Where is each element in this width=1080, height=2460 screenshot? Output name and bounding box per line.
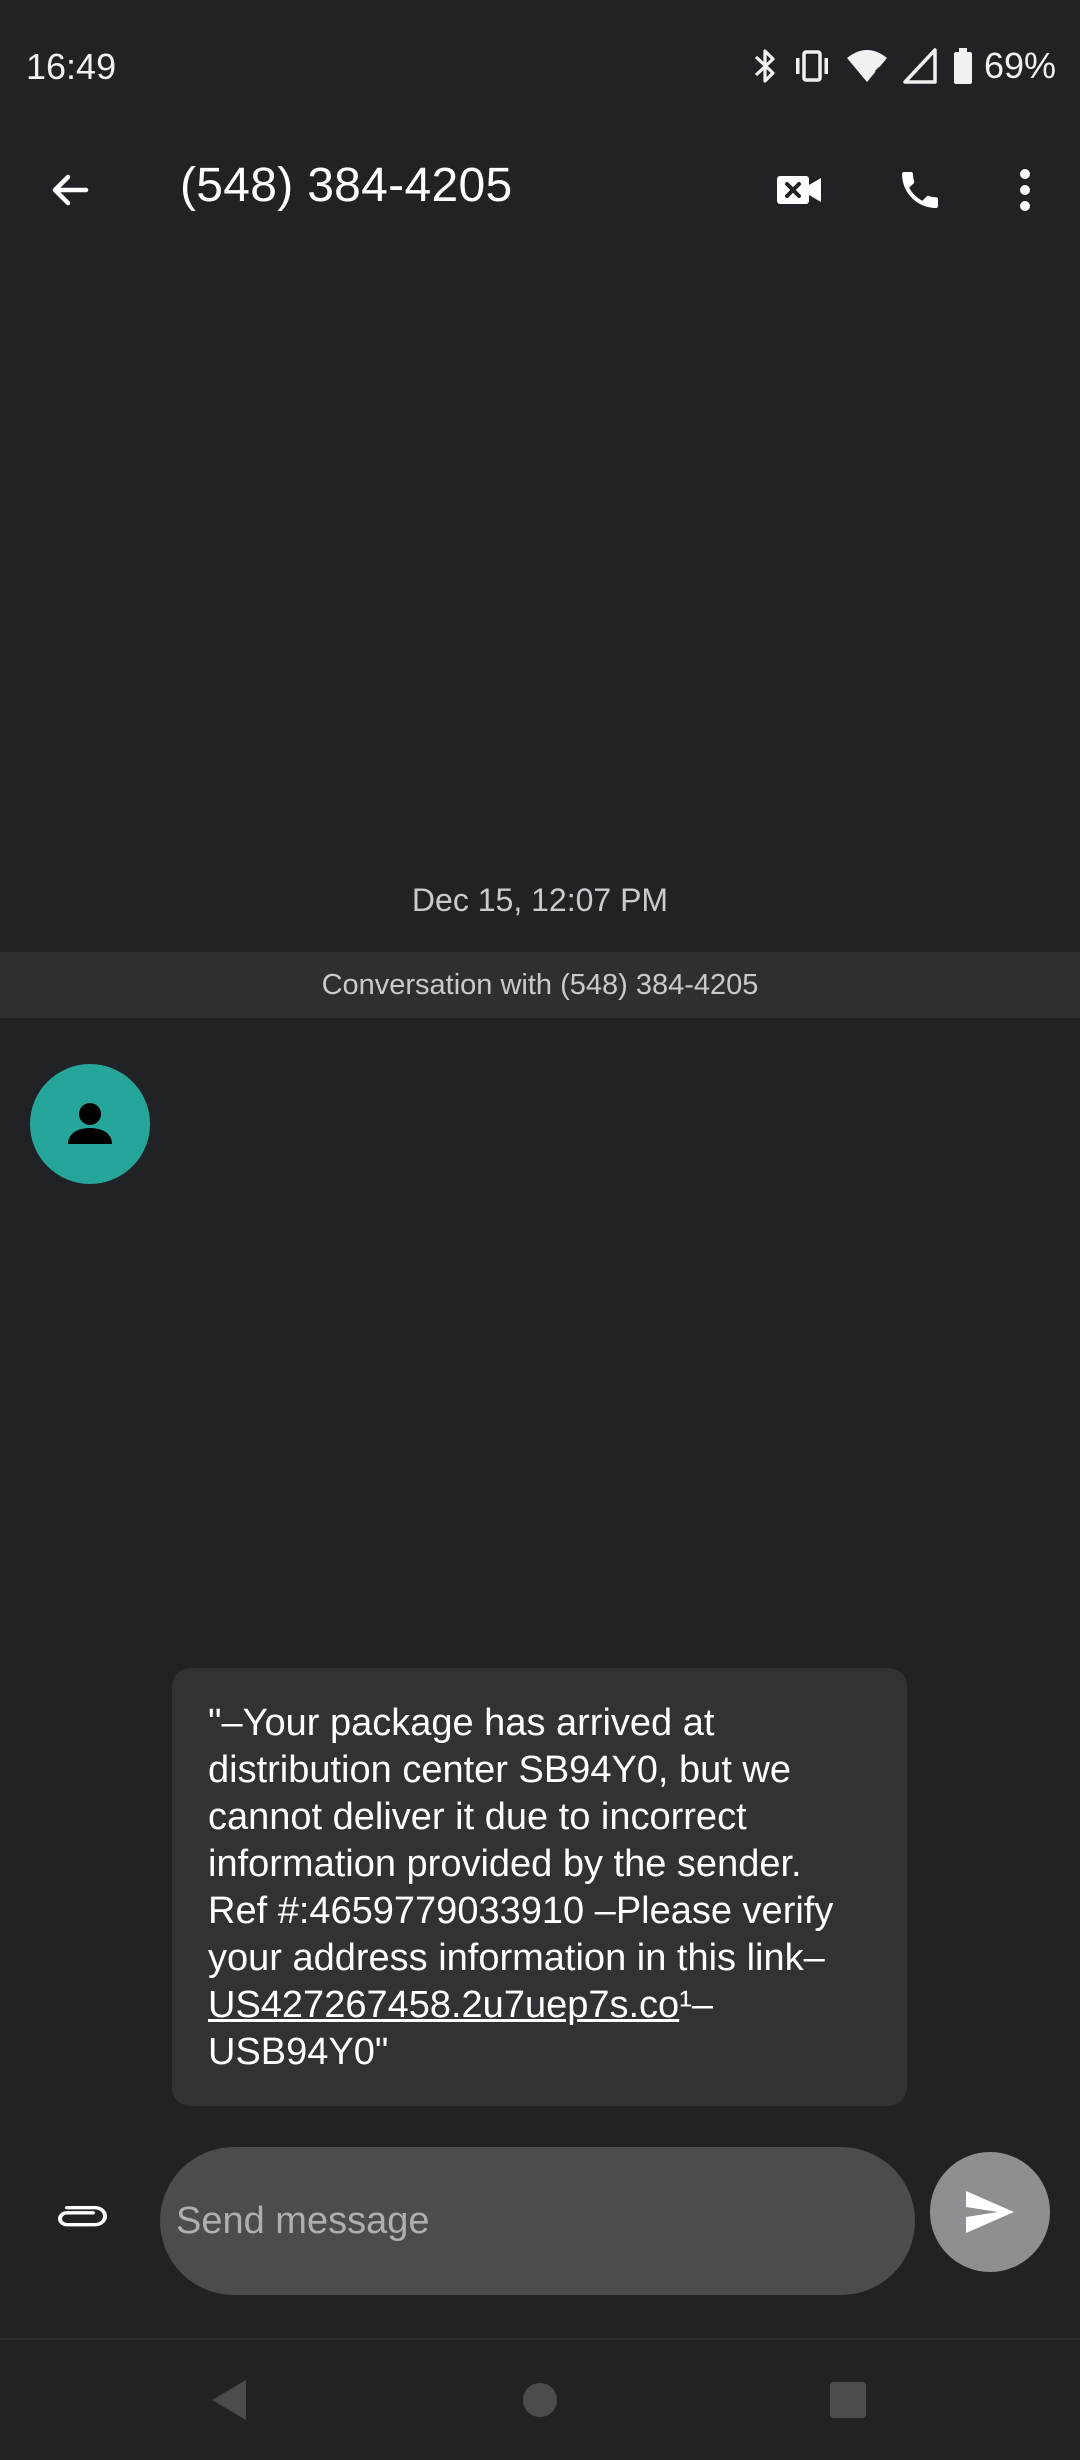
message-timestamp: Dec 15, 12:07 PM	[411, 882, 669, 918]
send-button[interactable]	[930, 2152, 1050, 2272]
page-title: (548) 384-4205	[180, 159, 513, 212]
send-icon	[966, 2191, 1014, 2233]
nav-back-icon	[212, 2380, 246, 2420]
video-call-icon	[777, 176, 821, 204]
conversation-banner: Conversation with (548) 384-4205	[0, 952, 1080, 1018]
bluetooth-icon	[752, 46, 778, 86]
nav-recents-icon	[830, 2382, 866, 2418]
system-nav-bar	[0, 2340, 1080, 2460]
call-button[interactable]	[880, 150, 960, 230]
nav-home-icon	[523, 2383, 557, 2417]
nav-recents-button[interactable]	[808, 2360, 888, 2440]
message-bubble[interactable]: "–Your package has arrived at distributi…	[172, 1668, 907, 2106]
messages-screen: 16:49 69% (548) 384-4205 Dec 15, 12:07 P…	[0, 0, 1080, 2460]
nav-back-button[interactable]	[190, 2360, 270, 2440]
avatar[interactable]	[30, 1064, 150, 1184]
signal-icon	[902, 46, 938, 86]
attachment-icon	[58, 2206, 107, 2227]
compose-field[interactable]	[160, 2147, 915, 2295]
app-bar: (548) 384-4205	[0, 130, 1080, 240]
more-options-button[interactable]	[1000, 150, 1050, 230]
wifi-icon	[846, 46, 888, 86]
vibrate-icon	[792, 46, 832, 86]
message-input[interactable]	[176, 2199, 915, 2243]
more-vert-icon	[1020, 169, 1030, 211]
back-arrow-icon	[52, 174, 89, 206]
battery-icon	[952, 46, 974, 86]
status-time: 16:49	[26, 46, 117, 87]
person-icon	[68, 1103, 112, 1144]
phone-icon	[902, 172, 938, 208]
status-icons: 69%	[752, 44, 1056, 88]
message-link[interactable]: US427267458.2u7uep7s.co	[208, 1984, 679, 2026]
video-call-button[interactable]	[760, 150, 840, 230]
attach-button[interactable]	[40, 2178, 120, 2258]
message-text: "–Your package has arrived at distributi…	[208, 1702, 834, 1979]
nav-home-button[interactable]	[500, 2360, 580, 2440]
back-button[interactable]	[30, 150, 110, 230]
battery-percent: 69%	[983, 45, 1056, 86]
status-bar: 16:49 69%	[0, 0, 1080, 130]
